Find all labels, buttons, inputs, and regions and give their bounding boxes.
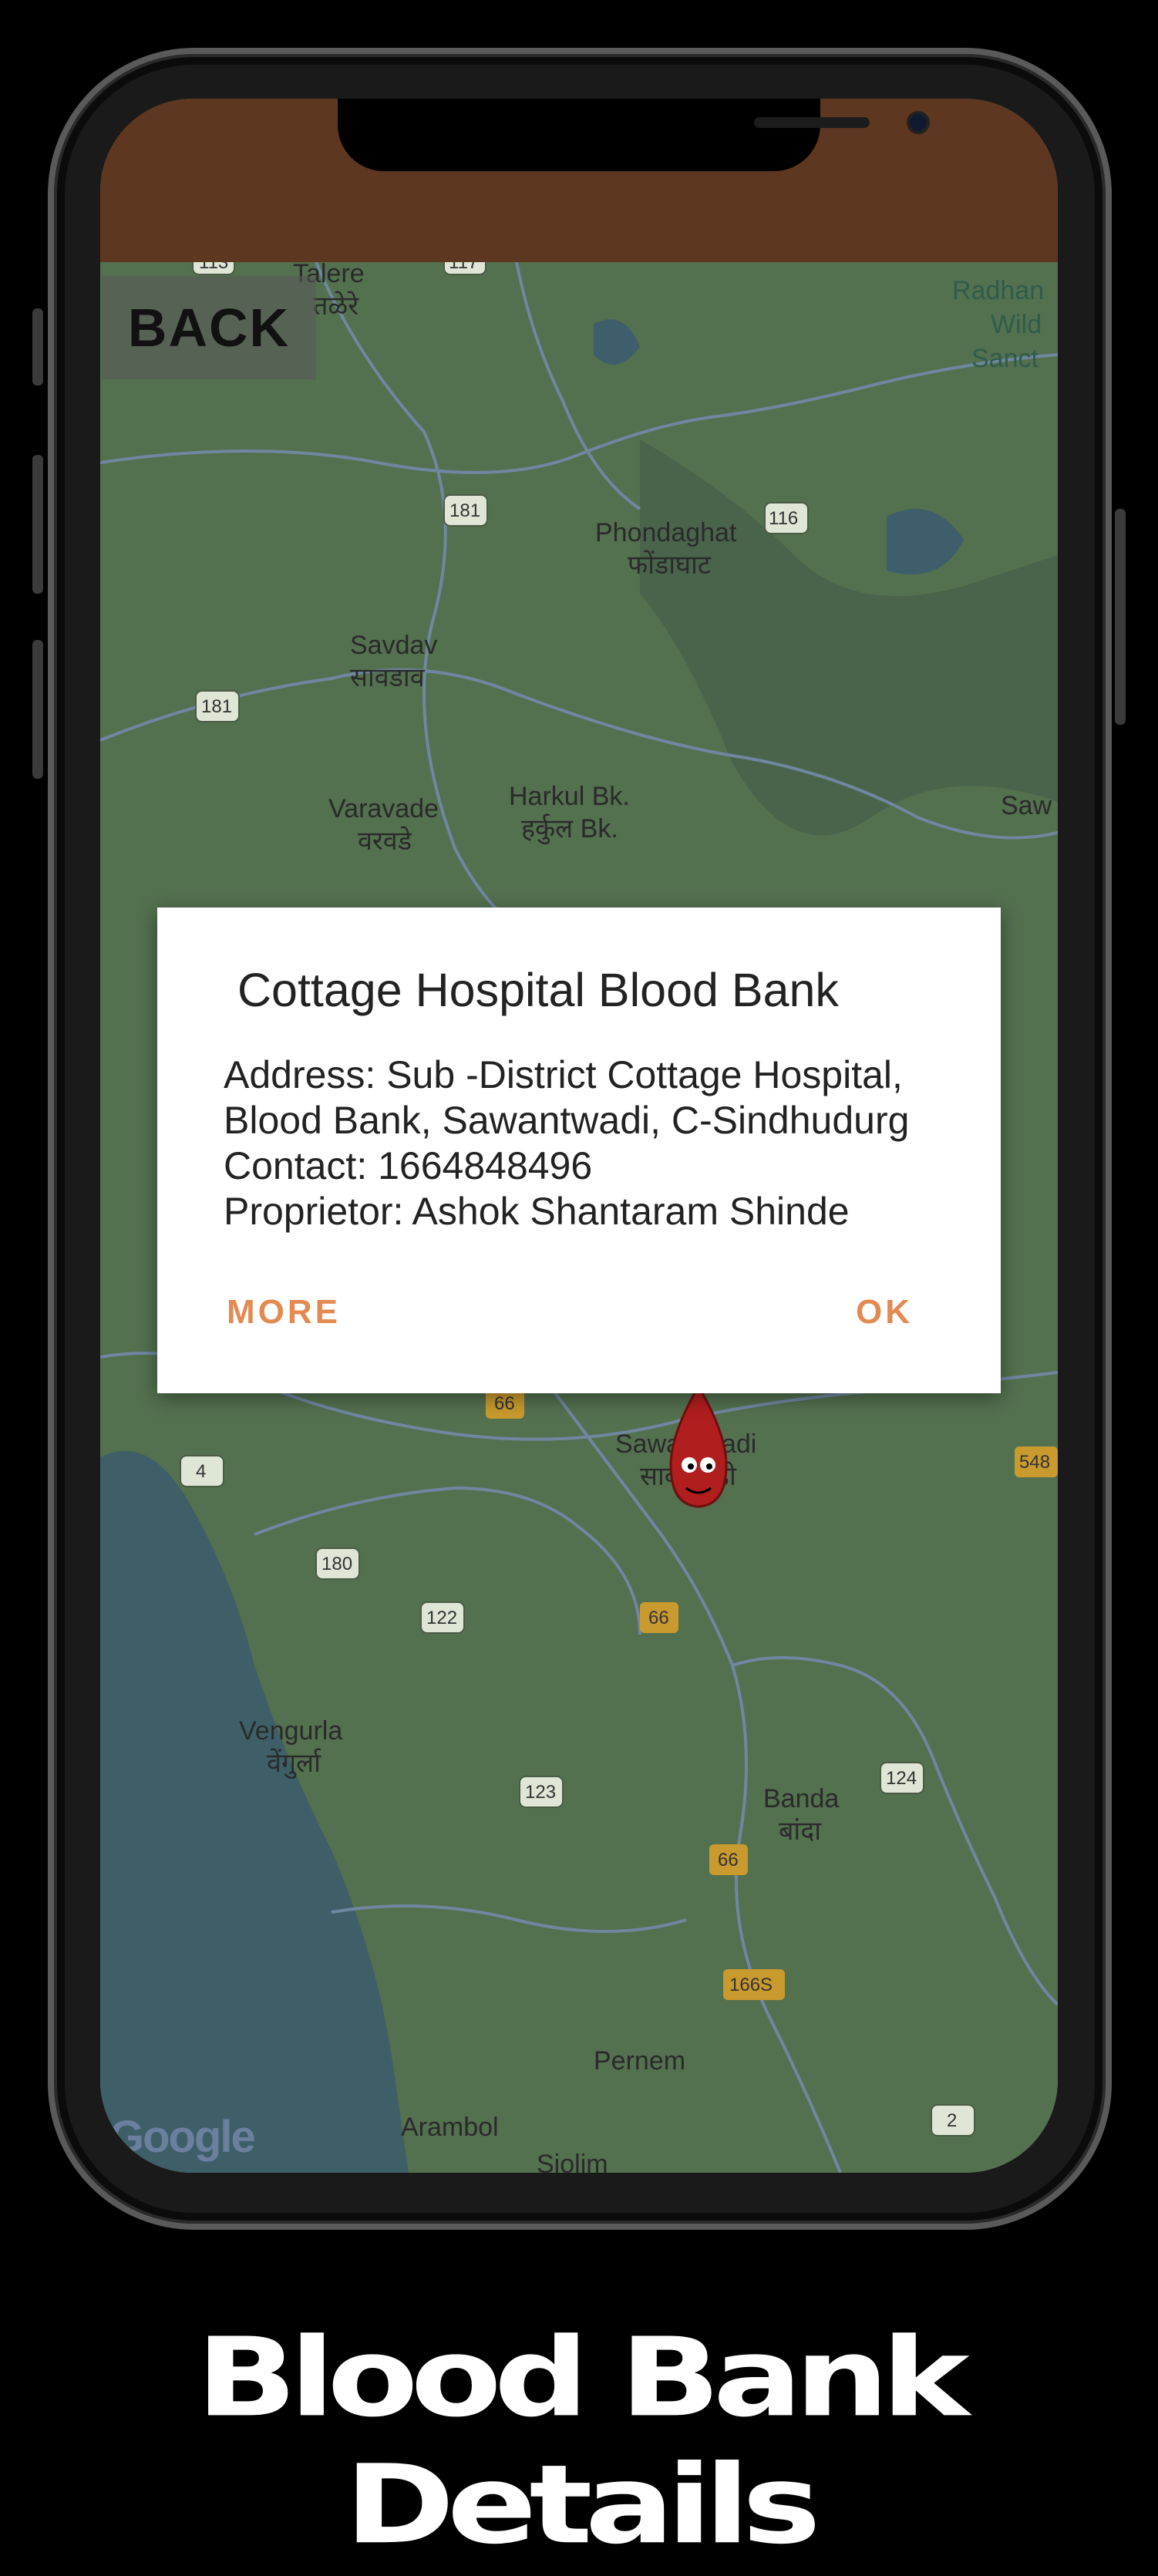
- more-button[interactable]: MORE: [227, 1293, 341, 1332]
- google-logo: Google: [109, 2112, 256, 2162]
- dialog-title: Cottage Hospital Blood Bank: [237, 964, 839, 1016]
- ok-button[interactable]: OK: [856, 1293, 913, 1332]
- back-button[interactable]: BACK: [102, 276, 316, 379]
- proprietor-text: Proprietor: Ashok Shantaram Shinde: [224, 1190, 850, 1233]
- notch: [338, 99, 930, 171]
- power-button: [1115, 509, 1126, 725]
- earpiece-speaker: [754, 117, 870, 128]
- blood-bank-dialog: Cottage Hospital Blood Bank Address: Sub…: [157, 907, 1001, 1393]
- volume-up-button: [32, 455, 43, 594]
- dialog-body: Address: Sub -District Cottage Hospital,…: [224, 1052, 909, 1234]
- phone-screen: 113 117 181 116 181 66 4 180 122 123 66 …: [100, 99, 1058, 2173]
- caption-title: Blood Bank Details: [196, 2314, 969, 2568]
- address-line-1: Address: Sub -District Cottage Hospital,: [224, 1053, 903, 1096]
- mute-switch: [32, 308, 43, 386]
- contact-text: Contact: 1664848496: [224, 1144, 593, 1187]
- volume-down-button: [32, 640, 43, 779]
- address-line-2: Blood Bank, Sawantwadi, C-Sindhudurg: [224, 1099, 910, 1142]
- front-camera: [907, 111, 930, 134]
